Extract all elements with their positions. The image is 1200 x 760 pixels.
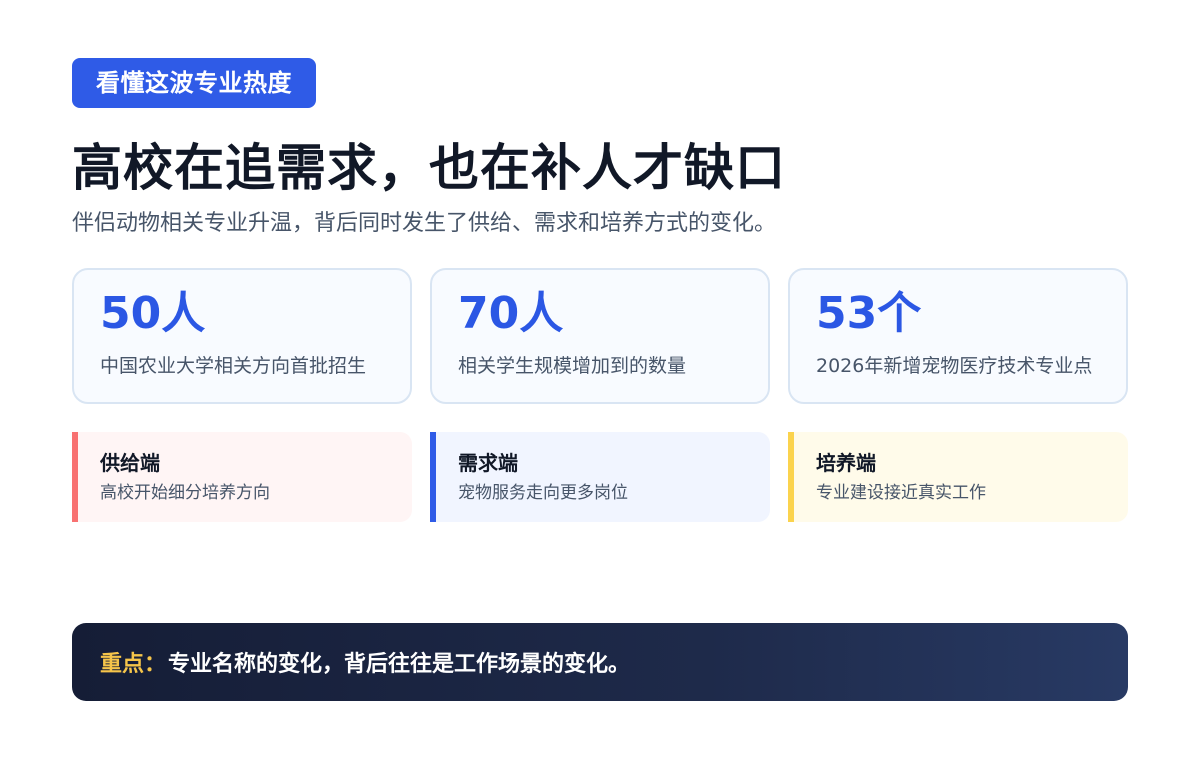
page-title: 高校在追需求，也在补人才缺口	[72, 139, 786, 197]
main-panel: 看懂这波专业热度 高校在追需求，也在补人才缺口 伴侣动物相关专业升温，背后同时发…	[72, 58, 1128, 522]
stat-value: 70人	[458, 288, 564, 339]
side-card-demand: 需求端 宠物服务走向更多岗位	[430, 432, 770, 522]
side-title: 供给端	[100, 451, 160, 475]
side-card-supply: 供给端 高校开始细分培养方向	[72, 432, 412, 522]
stat-value: 53个	[816, 288, 922, 339]
stats-row: 50人 中国农业大学相关方向首批招生 70人 相关学生规模增加到的数量 53个 …	[72, 268, 1128, 404]
side-desc: 高校开始细分培养方向	[100, 483, 270, 503]
stat-card-enrollment: 50人 中国农业大学相关方向首批招生	[72, 268, 412, 404]
stat-card-students: 70人 相关学生规模增加到的数量	[430, 268, 770, 404]
page-subtitle: 伴侣动物相关专业升温，背后同时发生了供给、需求和培养方式的变化。	[72, 211, 777, 236]
stat-label: 相关学生规模增加到的数量	[458, 355, 687, 377]
sides-row: 供给端 高校开始细分培养方向 需求端 宠物服务走向更多岗位 培养端 专业建设接近…	[72, 432, 1128, 522]
side-title: 培养端	[816, 451, 876, 475]
side-title: 需求端	[458, 451, 518, 475]
stat-label: 2026年新增宠物医疗技术专业点	[816, 355, 1093, 377]
section-tag: 看懂这波专业热度	[72, 58, 316, 108]
key-point-banner: 重点： 专业名称的变化，背后往往是工作场景的变化。	[72, 623, 1128, 701]
key-point-text: 专业名称的变化，背后往往是工作场景的变化。	[168, 652, 631, 677]
key-point-label: 重点：	[100, 652, 167, 677]
side-desc: 宠物服务走向更多岗位	[458, 483, 628, 503]
stat-card-programs: 53个 2026年新增宠物医疗技术专业点	[788, 268, 1128, 404]
side-card-training: 培养端 专业建设接近真实工作	[788, 432, 1128, 522]
side-desc: 专业建设接近真实工作	[816, 483, 986, 503]
stat-value: 50人	[100, 288, 206, 339]
stat-label: 中国农业大学相关方向首批招生	[100, 355, 367, 377]
